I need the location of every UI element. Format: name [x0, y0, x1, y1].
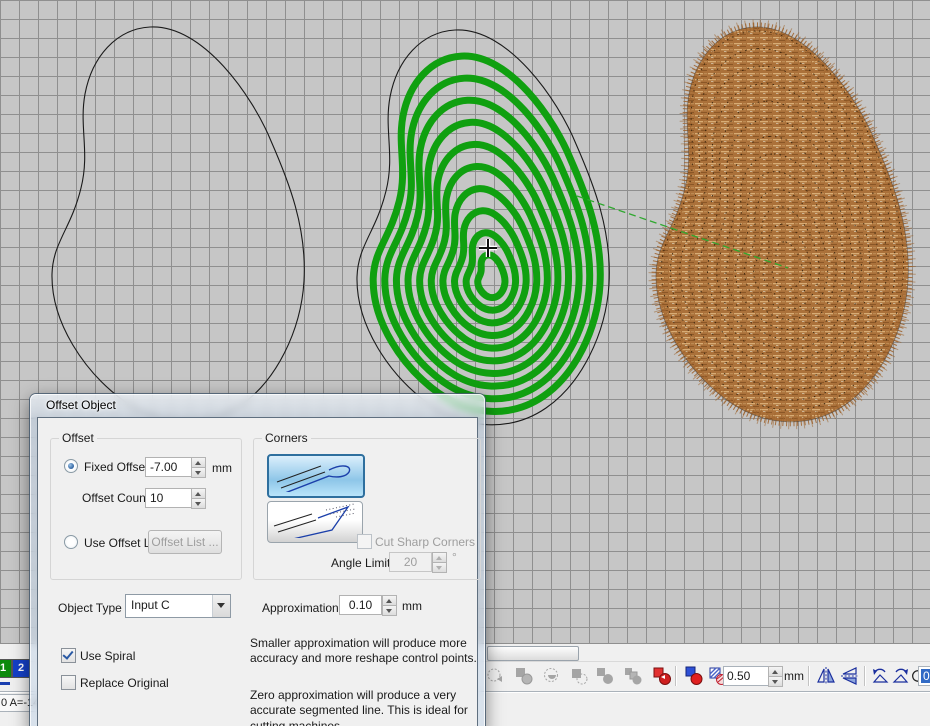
exclude-icon[interactable] [569, 666, 589, 686]
sharp-corners-button[interactable] [267, 501, 363, 543]
corners-group-label: Corners [262, 431, 311, 445]
toolbar-angle-input[interactable]: 0 [918, 666, 930, 686]
cut-sharp-corners-checkbox[interactable] [357, 534, 372, 549]
use-offset-list-radio[interactable] [64, 535, 78, 549]
approximation-unit-label: mm [402, 599, 422, 613]
fixed-offset-unit-label: mm [212, 461, 232, 475]
replace-original-label: Replace Original [80, 676, 169, 690]
object-type-dropdown[interactable]: Input C [125, 594, 231, 618]
angle-limit-input[interactable]: 20 [389, 552, 432, 572]
fixed-offset-spinner[interactable] [191, 457, 206, 477]
toolbar-separator [864, 666, 865, 686]
palette-selection-indicator [0, 682, 10, 685]
fixed-offset-radio[interactable] [64, 459, 78, 473]
dropdown-arrow-icon[interactable] [212, 595, 230, 617]
toolbar-offset-unit-label: mm [784, 669, 804, 683]
offset-object-dialog: Offset Object Offset Fixed Offset -7.00 … [30, 394, 485, 726]
fixed-offset-label: Fixed Offset [84, 460, 148, 474]
toolbar-offset-spinner[interactable] [768, 666, 783, 686]
sharp-corners-icon [268, 502, 358, 538]
offset-list-button[interactable]: Offset List ... [148, 530, 222, 554]
remove-overlaps-icon[interactable] [652, 666, 672, 686]
approximation-input[interactable]: 0.10 [339, 595, 382, 615]
mirror-horizontal-icon[interactable] [816, 666, 836, 686]
object-type-value: Input C [131, 598, 170, 612]
approximation-note-2: Zero approximation will produce a very a… [250, 688, 482, 726]
angle-limit-label: Angle Limit [331, 556, 390, 570]
combine-icon[interactable] [595, 666, 615, 686]
toolbar-separator [675, 666, 676, 686]
use-spiral-label: Use Spiral [80, 649, 135, 663]
round-corners-icon [269, 456, 359, 492]
use-spiral-checkbox[interactable] [61, 648, 76, 663]
cut-sharp-corners-label: Cut Sharp Corners [375, 535, 475, 549]
offset-count-spinner[interactable] [191, 488, 206, 508]
offset-count-input[interactable]: 10 [145, 488, 192, 508]
palette-color-1[interactable]: 1 [0, 659, 12, 678]
angle-limit-spinner[interactable] [432, 552, 447, 572]
fixed-offset-input[interactable]: -7.00 [145, 457, 192, 477]
create-boundary-icon[interactable] [684, 666, 704, 686]
toolbar-offset-input[interactable]: 0.50 [723, 666, 769, 686]
object-type-label: Object Type [58, 601, 122, 615]
outline-shape-object[interactable] [52, 27, 304, 422]
mirror-vertical-icon[interactable] [840, 666, 860, 686]
rotate-cw-icon[interactable] [891, 666, 911, 686]
angle-limit-unit-label: ° [452, 550, 457, 564]
fragment-icon[interactable] [623, 666, 643, 686]
palette-color-2[interactable]: 2 [12, 659, 30, 678]
selected-angle-text: 0 [921, 669, 930, 683]
approximation-note-1: Smaller approximation will produce more … [250, 636, 482, 667]
offset-group-label: Offset [59, 431, 97, 445]
approximation-spinner[interactable] [382, 595, 397, 615]
approximation-label: Approximation [262, 601, 339, 615]
offset-result-object[interactable] [357, 30, 609, 425]
application-window: 1 2 [0, 0, 930, 726]
toolbar-separator [808, 666, 809, 686]
dialog-body: Offset Fixed Offset -7.00 mm Offset Coun… [37, 417, 478, 726]
horizontal-scrollbar-thumb[interactable] [487, 646, 579, 661]
weld-icon[interactable] [486, 666, 506, 686]
intersect-icon[interactable] [542, 666, 562, 686]
stitched-object[interactable] [656, 27, 908, 422]
replace-original-checkbox[interactable] [61, 675, 76, 690]
rotate-ccw-icon[interactable] [870, 666, 890, 686]
dialog-title: Offset Object [46, 398, 116, 412]
offset-count-label: Offset Count [82, 491, 149, 505]
trim-icon[interactable] [514, 666, 534, 686]
dialog-titlebar[interactable]: Offset Object [30, 394, 485, 417]
round-corners-button[interactable] [267, 454, 365, 498]
